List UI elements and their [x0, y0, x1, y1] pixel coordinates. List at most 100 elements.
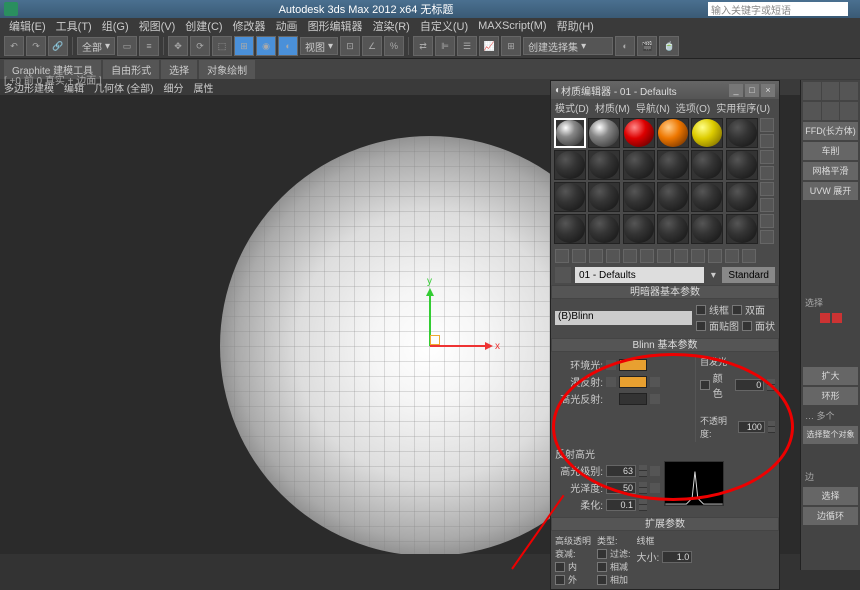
cmd-uvw-button[interactable]: UVW 展开 — [803, 182, 858, 200]
named-selection-dropdown[interactable]: 创建选择集▾ — [523, 37, 613, 55]
mirror-icon[interactable]: ⇄ — [413, 36, 433, 56]
rollout-basic-header[interactable]: 明暗器基本参数 — [551, 285, 779, 299]
cmd-sel-button[interactable]: 选择 — [803, 487, 858, 505]
nav-icon[interactable] — [760, 230, 774, 244]
material-editor-icon[interactable]: ◐ — [615, 36, 635, 56]
snap-toggle-icon[interactable]: ⊡ — [340, 36, 360, 56]
me-menu-util[interactable]: 实用程序(U) — [716, 100, 770, 115]
show-end-icon[interactable] — [708, 249, 722, 263]
type-filter-radio[interactable] — [597, 549, 607, 559]
render-icon[interactable]: 🍵 — [659, 36, 679, 56]
layers-icon[interactable]: ☰ — [457, 36, 477, 56]
refcoord-dropdown[interactable]: 视图▾ — [300, 37, 338, 55]
background-icon[interactable] — [760, 150, 774, 164]
menu-tools[interactable]: 工具(T) — [51, 18, 97, 34]
percent-snap-icon[interactable]: % — [384, 36, 404, 56]
material-swatch[interactable] — [554, 214, 586, 244]
cmd-tab-create[interactable] — [803, 82, 821, 100]
ambient-lock-icon[interactable] — [606, 360, 616, 370]
material-name-field[interactable]: 01 - Defaults — [575, 267, 704, 283]
preview-icon[interactable] — [760, 198, 774, 212]
ribbon-sub-geom[interactable]: 几何体 (全部) — [94, 80, 153, 95]
material-editor-window[interactable]: ◐ 材质编辑器 - 01 - Defaults _ □ × 模式(D) 材质(M… — [550, 80, 780, 590]
cmd-expand-button[interactable]: 扩大 — [803, 367, 858, 385]
ribbon-tab-freeform[interactable]: 自由形式 — [103, 60, 159, 79]
material-swatch[interactable] — [588, 182, 620, 212]
move-icon[interactable]: ✥ — [168, 36, 188, 56]
cmd-ffd-button[interactable]: FFD(长方体) — [803, 122, 858, 140]
align-icon[interactable]: ⊫ — [435, 36, 455, 56]
glossiness-spinner[interactable]: 50 — [606, 482, 636, 494]
sample-uv-icon[interactable] — [760, 166, 774, 180]
reset-icon[interactable] — [606, 249, 620, 263]
menu-animation[interactable]: 动画 — [271, 18, 303, 34]
material-swatch-5[interactable] — [691, 118, 723, 148]
facemap-checkbox[interactable] — [696, 321, 706, 331]
undo-icon[interactable]: ↶ — [4, 36, 24, 56]
subobj-edge-icon[interactable] — [832, 313, 842, 323]
glossiness-map[interactable] — [650, 483, 660, 493]
angle-snap-icon[interactable]: ∠ — [362, 36, 382, 56]
material-swatch[interactable] — [623, 150, 655, 180]
faceted-checkbox[interactable] — [742, 321, 752, 331]
redo-icon[interactable]: ↷ — [26, 36, 46, 56]
scale-icon[interactable]: ⬚ — [212, 36, 232, 56]
render-setup-icon[interactable]: 🎬 — [637, 36, 657, 56]
material-editor-titlebar[interactable]: ◐ 材质编辑器 - 01 - Defaults _ □ × — [551, 81, 779, 99]
diffuse-map-button[interactable] — [650, 377, 660, 387]
curve-editor-icon[interactable]: 📈 — [479, 36, 499, 56]
backlight-icon[interactable] — [760, 134, 774, 148]
material-swatch-2[interactable] — [588, 118, 620, 148]
material-swatch-6[interactable] — [726, 118, 758, 148]
spec-level-map[interactable] — [650, 466, 660, 476]
shader-type-dropdown[interactable]: (B)Blinn — [555, 311, 692, 325]
ambient-swatch[interactable] — [619, 359, 647, 371]
menu-render[interactable]: 渲染(R) — [368, 18, 415, 34]
menu-help[interactable]: 帮助(H) — [552, 18, 599, 34]
specular-swatch[interactable] — [619, 393, 647, 405]
material-swatch[interactable] — [554, 182, 586, 212]
type-sub-radio[interactable] — [597, 562, 607, 572]
material-swatch[interactable] — [691, 214, 723, 244]
cmd-tab-utilities[interactable] — [840, 102, 858, 120]
menu-modifiers[interactable]: 修改器 — [228, 18, 271, 34]
diffuse-swatch[interactable] — [619, 376, 647, 388]
material-swatch[interactable] — [657, 182, 689, 212]
material-swatch[interactable] — [588, 150, 620, 180]
material-swatch[interactable] — [726, 214, 758, 244]
rollout-ext-header[interactable]: 扩展参数 — [551, 517, 779, 531]
link-icon[interactable]: 🔗 — [48, 36, 68, 56]
self-illum-color-checkbox[interactable] — [700, 380, 710, 390]
assign-icon[interactable] — [589, 249, 603, 263]
spec-level-spinner[interactable]: 63 — [606, 465, 636, 477]
material-swatch[interactable] — [657, 214, 689, 244]
material-swatch-4[interactable] — [657, 118, 689, 148]
minimize-button[interactable]: _ — [729, 84, 743, 97]
video-check-icon[interactable] — [760, 182, 774, 196]
material-swatch[interactable] — [623, 182, 655, 212]
cmd-lathe-button[interactable]: 车削 — [803, 142, 858, 160]
me-menu-options[interactable]: 选项(O) — [676, 100, 710, 115]
cmd-tab-display[interactable] — [822, 102, 840, 120]
get-material-icon[interactable] — [555, 249, 569, 263]
me-menu-nav[interactable]: 导航(N) — [636, 100, 670, 115]
type-add-radio[interactable] — [597, 575, 607, 585]
falloff-in-radio[interactable] — [555, 562, 565, 572]
cmd-meshsmooth-button[interactable]: 网格平滑 — [803, 162, 858, 180]
rotate-icon[interactable]: ⟳ — [190, 36, 210, 56]
spec-level-spinbtn[interactable] — [639, 465, 647, 477]
material-type-button[interactable]: Standard — [722, 267, 775, 283]
material-swatch[interactable] — [691, 150, 723, 180]
wire-size-spinner[interactable]: 1.0 — [662, 551, 692, 563]
material-swatch[interactable] — [726, 182, 758, 212]
me-menu-material[interactable]: 材质(M) — [595, 100, 630, 115]
make-copy-icon[interactable] — [623, 249, 637, 263]
close-button[interactable]: × — [761, 84, 775, 97]
options-icon[interactable] — [760, 214, 774, 228]
menu-group[interactable]: 组(G) — [97, 18, 134, 34]
cmd-selwhole-button[interactable]: 选择整个对象 — [803, 426, 858, 444]
name-dropdown-icon[interactable]: ▾ — [708, 270, 718, 281]
menu-create[interactable]: 创建(C) — [180, 18, 227, 34]
refcoord-icon[interactable]: ⊞ — [234, 36, 254, 56]
show-map-icon[interactable] — [691, 249, 705, 263]
